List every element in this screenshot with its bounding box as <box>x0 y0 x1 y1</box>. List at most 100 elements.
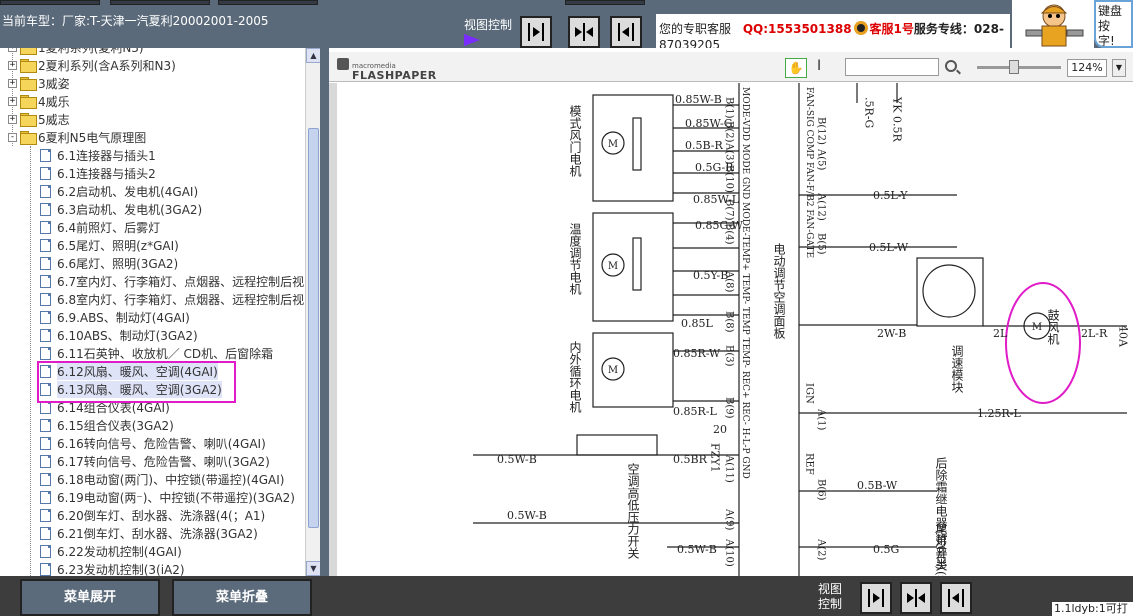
tree-doc-item[interactable]: 6.10ABS、制动灯(3GA2) <box>40 326 198 344</box>
bubble-text-2: 字! <box>1098 34 1115 48</box>
tree-doc-item[interactable]: 6.5尾灯、照明(z*GAI) <box>40 236 179 254</box>
tree-folder-item[interactable]: - 6夏利N5电气原理图 <box>8 128 146 146</box>
top-tab-3[interactable] <box>218 0 318 5</box>
folder-icon <box>20 95 37 109</box>
recirc-motor-label: 内外循环电机 <box>568 341 582 413</box>
wire-label: 0.5BR <box>673 453 708 466</box>
tree-item-label: 6.4前照灯、后雾灯 <box>57 220 161 235</box>
tree-item-label: 1夏利系列(夏利N3) <box>38 48 144 56</box>
flashpaper-viewer: macromedia FLASHPAPER ✋ I 124% ▼ M M M M… <box>329 48 1133 576</box>
tree-doc-item[interactable]: 6.2启动机、发电机(4GAI) <box>40 182 198 200</box>
wire-label: 0.5G-R <box>695 161 734 174</box>
expand-icon[interactable]: + <box>8 48 17 52</box>
tree-doc-item[interactable]: 6.22发动机控制(4GAI) <box>40 542 182 560</box>
tree-item-label: 6.10ABS、制动灯(3GA2) <box>57 328 198 343</box>
scroll-up-arrow[interactable]: ▲ <box>306 48 321 63</box>
tree-doc-item[interactable]: 6.20倒车灯、刮水器、洗涤器(4(；A1) <box>40 506 265 524</box>
document-icon <box>40 274 51 288</box>
actual-size-button[interactable] <box>610 16 642 48</box>
search-icon[interactable] <box>945 60 957 72</box>
hand-tool-button[interactable]: ✋ <box>785 58 807 78</box>
tree-doc-item[interactable]: 6.8室内灯、行李箱灯、点烟器、远程控制后视 <box>40 290 304 308</box>
wire-label: 0.85L <box>681 317 713 330</box>
tree-item-label: 6.17转向信号、危险告警、喇叭(3GA2) <box>57 454 270 469</box>
wire-label: 0.85W-L <box>693 193 740 206</box>
bottom-fit-width-button[interactable] <box>860 582 892 614</box>
tree-folder-item[interactable]: +4威乐 <box>8 92 70 110</box>
zoom-slider-thumb[interactable] <box>1009 60 1019 74</box>
document-icon <box>40 472 51 486</box>
tree-item-label: 6.8室内灯、行李箱灯、点烟器、远程控制后视 <box>57 292 305 307</box>
bottom-fit-page-button[interactable] <box>900 582 932 614</box>
tree-doc-item[interactable]: 6.1连接器与插头2 <box>40 164 156 182</box>
fit-page-icon <box>907 589 925 607</box>
search-input[interactable] <box>845 58 939 76</box>
tree-doc-item[interactable]: 6.7室内灯、行李箱灯、点烟器、远程控制后视 <box>40 272 304 290</box>
fit-width-button[interactable] <box>520 16 552 48</box>
document-icon <box>40 292 51 306</box>
tree-doc-item[interactable]: 6.17转向信号、危险告警、喇叭(3GA2) <box>40 452 270 470</box>
tree-folder-item[interactable]: +5威志 <box>8 110 70 128</box>
document-icon <box>40 436 51 450</box>
mascot-image <box>1012 0 1094 48</box>
tree-doc-item[interactable]: 6.1连接器与插头1 <box>40 146 156 164</box>
tail-switch-label: 尾灯开关(第3页) <box>934 523 948 576</box>
tree-folder-item[interactable]: +2夏利系列(含A系列和N3) <box>8 56 176 74</box>
tree-item-label: 2夏利系列(含A系列和N3) <box>38 58 176 73</box>
tree-doc-item[interactable]: 6.9.ABS、制动灯(4GAI) <box>40 308 190 326</box>
menu-collapse-button[interactable]: 菜单折叠 <box>172 579 312 616</box>
expand-icon[interactable]: + <box>8 78 17 88</box>
fit-page-button[interactable] <box>568 16 600 48</box>
zoom-value[interactable]: 124% <box>1067 59 1107 77</box>
bottom-bar: 菜单展开 菜单折叠 视图 控制 1.1ldyb:1可打 <box>0 576 1133 616</box>
expand-icon[interactable]: + <box>8 60 17 70</box>
menu-expand-button[interactable]: 菜单展开 <box>20 579 160 616</box>
folder-icon <box>20 77 37 91</box>
wire-label: 0.5L-Y <box>873 189 908 202</box>
qq-link[interactable]: QQ:1553501388 <box>743 22 852 36</box>
tree-item-label: 6.20倒车灯、刮水器、洗涤器(4(；A1) <box>57 508 266 523</box>
text-select-tool[interactable]: I <box>817 58 821 74</box>
scroll-down-arrow[interactable]: ▼ <box>306 561 321 576</box>
tree-doc-item[interactable]: 6.11石英钟、收放机／ CD机、后窗除霜 <box>40 344 273 362</box>
document-icon <box>40 454 51 468</box>
tree-doc-item[interactable]: 6.6尾灯、照明(3GA2) <box>40 254 178 272</box>
expand-icon[interactable]: + <box>8 96 17 106</box>
document-icon <box>40 148 51 162</box>
pin-b5: B(5) <box>816 233 827 255</box>
tree-doc-item[interactable]: 6.21倒车灯、刮水器、洗涤器(3GA2) <box>40 524 258 542</box>
tree-doc-item[interactable]: 6.19电动窗(两⁻)、中控锁(不带遥控)(3GA2) <box>40 488 295 506</box>
tree-doc-item[interactable]: 6.15组合仪表(3GA2) <box>40 416 174 434</box>
ac-panel-label: 电动调节空调面板 <box>772 243 786 340</box>
tree-doc-item[interactable]: 6.4前照灯、后雾灯 <box>40 218 160 236</box>
splitter[interactable] <box>320 48 329 576</box>
tree-item-label: 4威乐 <box>38 94 70 109</box>
zoom-slider[interactable] <box>977 66 1061 69</box>
tree-scrollbar[interactable]: ▲ ▼ <box>305 48 321 576</box>
top-bar: 当前车型：厂家:T-天津一汽夏利20002001-2005 视图控制 您的专职客… <box>0 0 1133 52</box>
top-tab-1[interactable] <box>0 0 100 5</box>
top-tab-2[interactable] <box>110 0 210 5</box>
document-icon <box>40 166 51 180</box>
wire-label: 0.5G <box>873 543 899 556</box>
bottom-actual-size-button[interactable] <box>940 582 972 614</box>
top-tab-4[interactable] <box>565 0 645 5</box>
tree-doc-item[interactable]: 6.16转向信号、危险告警、喇叭(4GAI) <box>40 434 266 452</box>
tree-folder-item[interactable]: +3威姿 <box>8 74 70 92</box>
tree-doc-item[interactable]: 6.3启动机、发电机(3GA2) <box>40 200 202 218</box>
tree-doc-item[interactable]: 6.18电动窗(两门)、中控锁(带遥控)(4GAI) <box>40 470 285 488</box>
kefu-link[interactable]: 客服1号 <box>870 22 914 36</box>
document-area[interactable]: MMMM 模式风门电机 温度调节电机 内外循环电机 电动调节空调面板 调速模块 … <box>329 83 1133 576</box>
wire-label: 40A <box>1117 325 1130 348</box>
expand-icon[interactable]: + <box>8 114 17 124</box>
tree-folder-item[interactable]: +1夏利系列(夏利N3) <box>8 48 144 56</box>
scroll-thumb[interactable] <box>308 128 319 528</box>
folder-icon <box>20 131 37 145</box>
qq-penguin-icon[interactable] <box>853 21 868 35</box>
tree-doc-item[interactable]: 6.23发动机控制(3(iA2) <box>40 560 185 576</box>
tree-item-label: 6.11石英钟、收放机／ CD机、后窗除霜 <box>57 346 274 361</box>
pin-a2: A(2) <box>816 538 827 560</box>
zoom-dropdown-icon[interactable]: ▼ <box>1112 59 1126 77</box>
pin-b9: B(9) <box>724 397 735 419</box>
collapse-icon[interactable]: - <box>8 132 17 142</box>
